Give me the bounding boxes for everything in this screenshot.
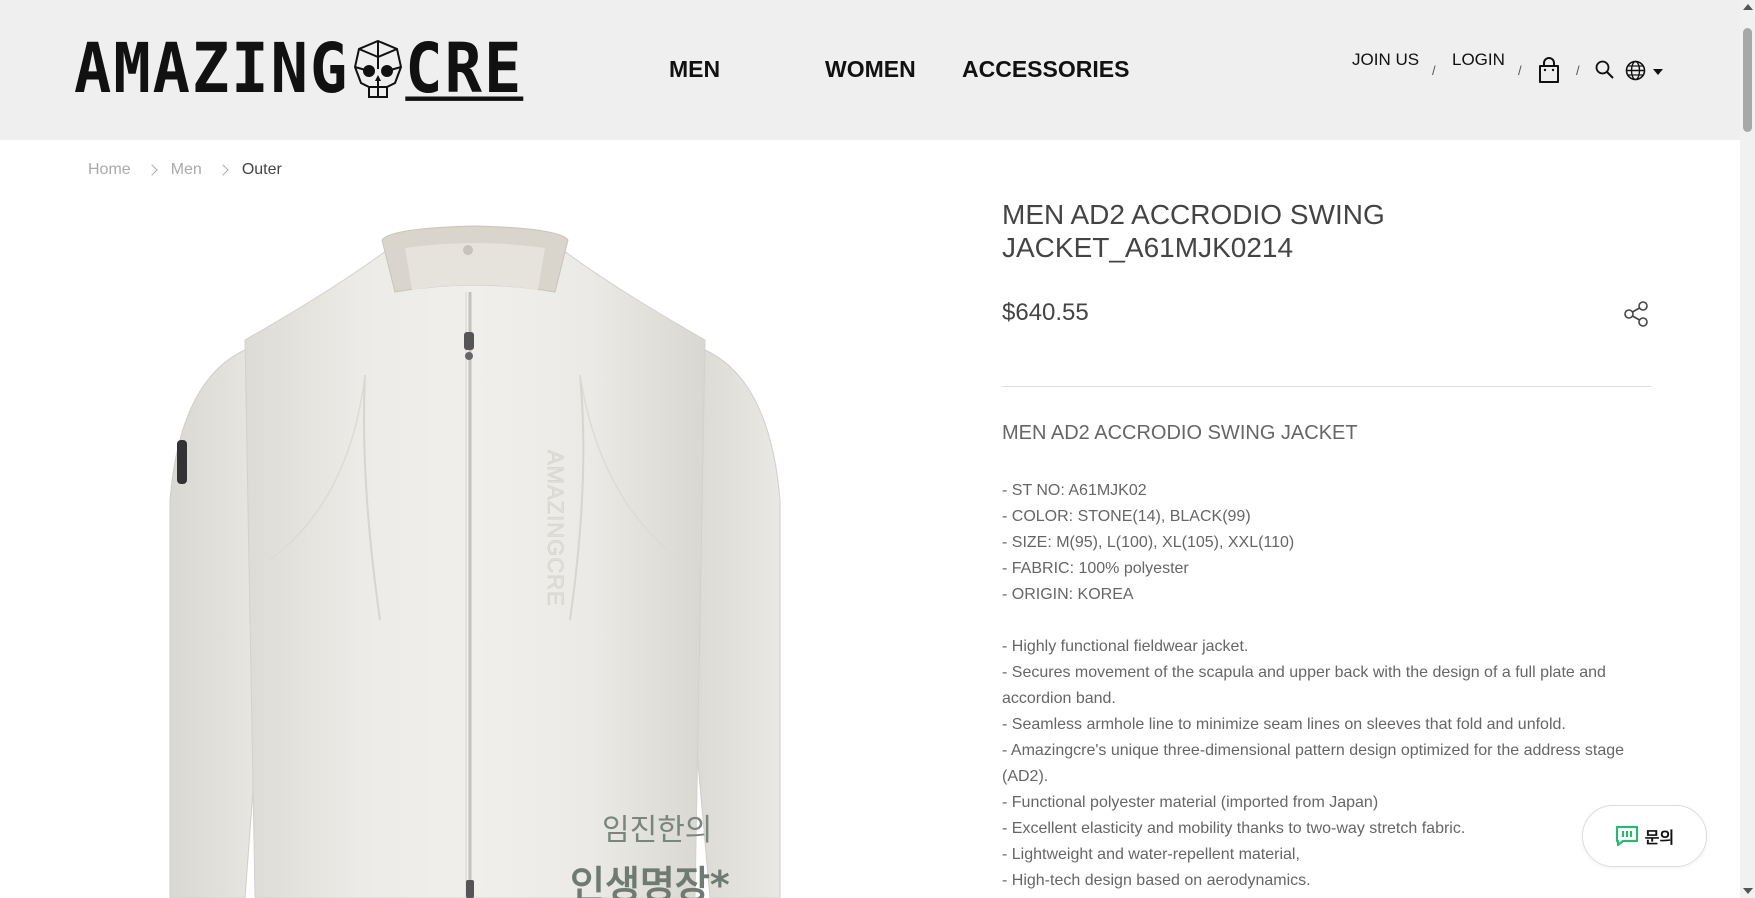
chat-icon — [1615, 825, 1638, 847]
feature-line: - Highly functional fieldwear jacket. — [1002, 638, 1249, 655]
separator: / — [1432, 63, 1436, 78]
breadcrumb-home[interactable]: Home — [88, 161, 131, 179]
language-selector[interactable] — [1625, 60, 1663, 86]
svg-text:인생명장*: 인생명장* — [570, 863, 730, 898]
product-image[interactable]: AMAZINGCRE 임진한의 인생명장* — [150, 200, 800, 898]
product-price: $640.55 — [1002, 299, 1089, 326]
chevron-right-icon — [146, 164, 158, 176]
breadcrumb: Home Men Outer — [88, 161, 282, 179]
login-link[interactable]: LOGIN — [1452, 50, 1505, 70]
spec-line: - FABRIC: 100% polyester — [1002, 560, 1189, 577]
globe-icon — [1625, 60, 1646, 81]
feature-line: - Functional polyester material (importe… — [1002, 794, 1379, 811]
search-button[interactable] — [1595, 60, 1614, 84]
product-info: MEN AD2 ACCRODIO SWING JACKET_A61MJK0214… — [1002, 198, 1652, 327]
product-features: - Highly functional fieldwear jacket. - … — [1002, 634, 1642, 894]
inquiry-label: 문의 — [1644, 830, 1675, 847]
feature-line: - High-tech design based on aerodynamics… — [1002, 872, 1311, 889]
svg-text:AMAZINGCRE: AMAZINGCRE — [543, 450, 568, 607]
logo-text-amazing: AMAZING — [74, 28, 350, 109]
breadcrumb-outer: Outer — [241, 161, 282, 178]
feature-line: - Secures movement of the scapula and up… — [1002, 664, 1606, 707]
feature-line: - Amazingcre's unique three-dimensional … — [1002, 742, 1625, 785]
page-scrollbar[interactable] — [1740, 0, 1755, 898]
search-icon — [1595, 60, 1614, 79]
shopping-bag-icon — [1539, 57, 1559, 83]
breadcrumb-men[interactable]: Men — [171, 161, 202, 179]
inquiry-button[interactable]: 문의 — [1582, 805, 1707, 867]
scroll-thumb[interactable] — [1743, 28, 1752, 132]
spec-line: - COLOR: STONE(14), BLACK(99) — [1002, 508, 1251, 525]
separator: / — [1576, 63, 1580, 78]
skull-logo-icon — [354, 39, 403, 98]
jacket-illustration: AMAZINGCRE 임진한의 인생명장* — [169, 225, 781, 898]
site-header: AMAZING CRE MEN WOMEN ACCESSORIES JOIN U… — [0, 0, 1740, 140]
product-title: MEN AD2 ACCRODIO SWING JACKET_A61MJK0214 — [1002, 199, 1385, 263]
spec-line: - ORIGIN: KOREA — [1002, 586, 1134, 603]
cart-button[interactable] — [1537, 57, 1561, 88]
description-title: MEN AD2 ACCRODIO SWING JACKET — [1002, 422, 1358, 444]
section-divider — [1002, 386, 1651, 387]
nav-item-women[interactable]: WOMEN — [825, 56, 916, 83]
nav-item-men[interactable]: MEN — [669, 56, 720, 83]
scroll-up-arrow[interactable] — [1743, 4, 1753, 10]
spec-line: - SIZE: M(95), L(100), XL(105), XXL(110) — [1002, 534, 1295, 551]
scroll-down-arrow[interactable] — [1743, 888, 1753, 894]
logo-text-cre: CRE — [405, 28, 524, 109]
spec-line: - ST NO: A61MJK02 — [1002, 482, 1147, 499]
join-us-link[interactable]: JOIN US — [1352, 50, 1419, 70]
separator: / — [1518, 63, 1522, 78]
image-overlay-text: 임진한의 — [602, 813, 712, 848]
share-icon[interactable] — [1622, 300, 1650, 328]
product-specs: - ST NO: A61MJK02 - COLOR: STONE(14), BL… — [1002, 478, 1294, 608]
feature-line: - Lightweight and water-repellent materi… — [1002, 846, 1300, 863]
caret-down-icon — [1652, 69, 1663, 75]
feature-line: - Excellent elasticity and mobility than… — [1002, 820, 1466, 837]
feature-line: - Seamless armhole line to minimize seam… — [1002, 716, 1566, 733]
chevron-right-icon — [217, 164, 229, 176]
brand-logo[interactable]: AMAZING CRE — [74, 32, 523, 105]
nav-item-accessories[interactable]: ACCESSORIES — [962, 56, 1129, 83]
